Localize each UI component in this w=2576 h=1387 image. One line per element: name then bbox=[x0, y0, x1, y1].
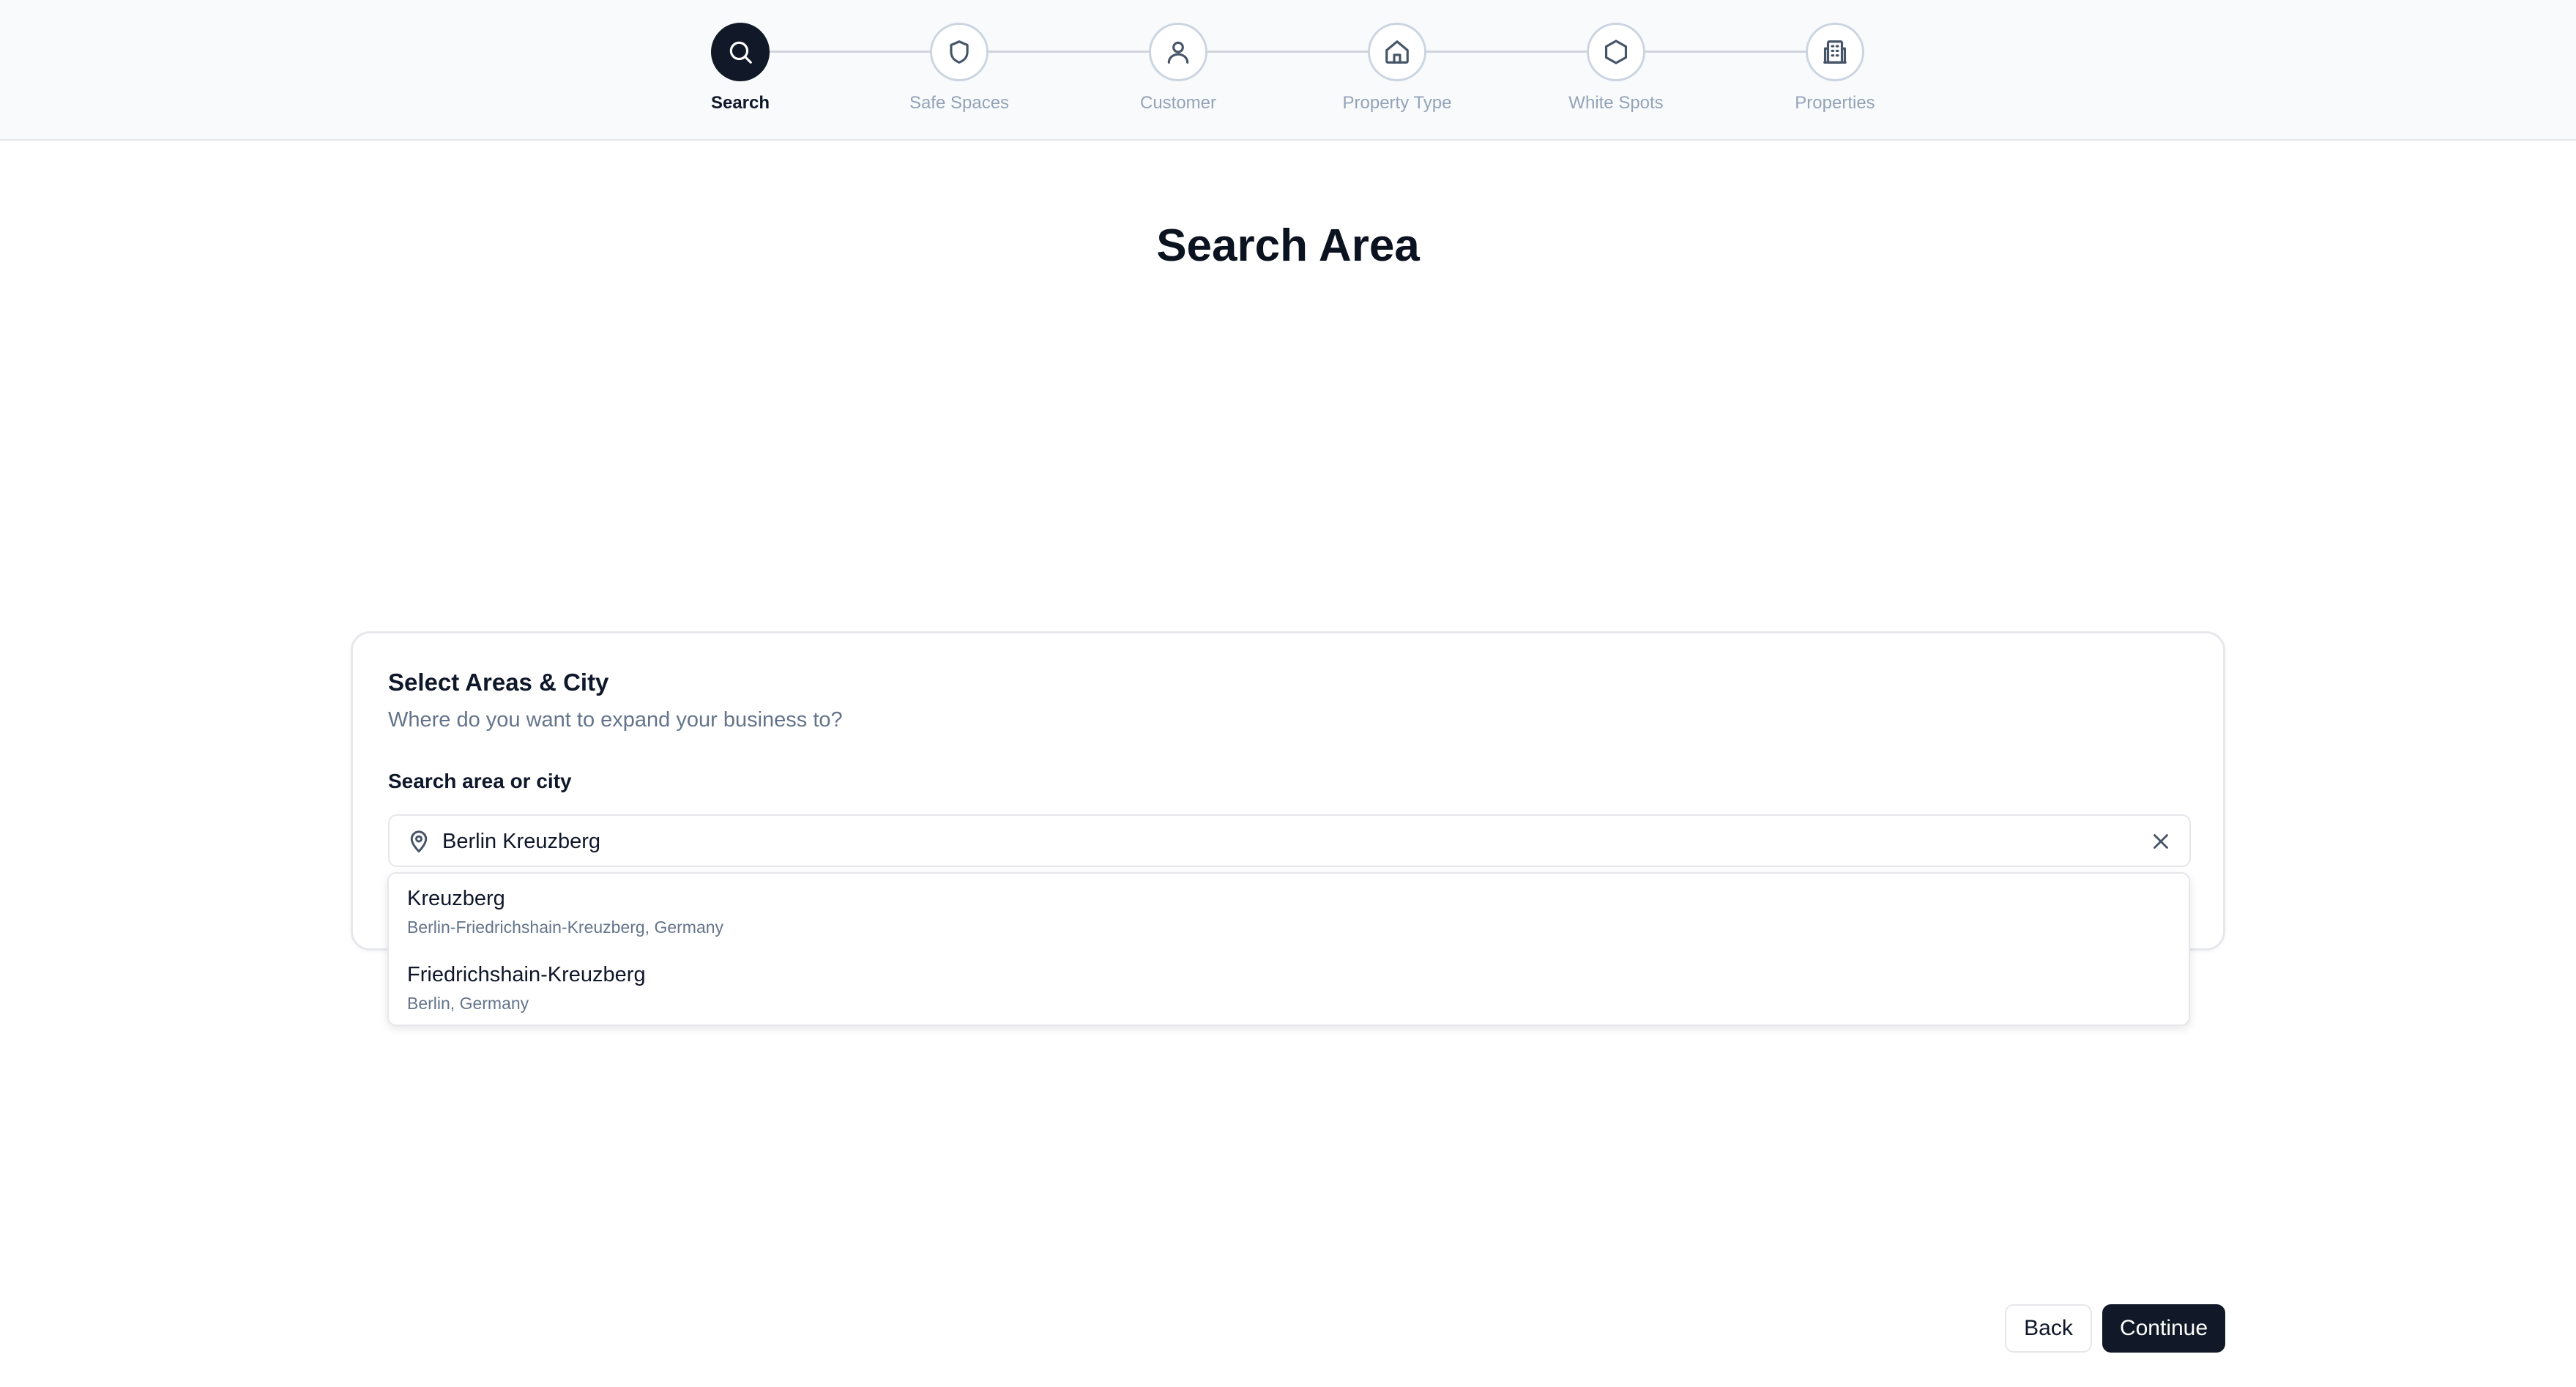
card-title: Select Areas & City bbox=[388, 669, 609, 696]
step-label: White Spots bbox=[1568, 93, 1664, 113]
step-property-type[interactable]: Property Type bbox=[1302, 23, 1492, 114]
step-label: Properties bbox=[1795, 93, 1875, 113]
suggestion-title: Kreuzberg bbox=[407, 887, 505, 910]
suggestion-item[interactable]: Kreuzberg Berlin-Friedrichshain-Kreuzber… bbox=[389, 874, 2189, 947]
back-button[interactable]: Back bbox=[2005, 1304, 2092, 1353]
step-search[interactable]: Search bbox=[645, 23, 835, 114]
progress-stepper: Search Safe Spaces Customer Property Typ… bbox=[0, 0, 2576, 141]
step-label: Safe Spaces bbox=[909, 93, 1010, 113]
suggestion-item[interactable]: Friedrichshain-Kreuzberg Berlin, Germany bbox=[389, 950, 2189, 1023]
suggestion-title: Friedrichshain-Kreuzberg bbox=[407, 963, 646, 986]
hexagon-icon bbox=[1587, 23, 1645, 81]
building-icon bbox=[1806, 23, 1864, 81]
step-label: Property Type bbox=[1342, 93, 1452, 113]
step-label: Customer bbox=[1139, 93, 1217, 113]
search-field-label: Search area or city bbox=[388, 770, 572, 792]
card-subtitle: Where do you want to expand your busines… bbox=[388, 708, 843, 732]
search-area-field[interactable] bbox=[388, 814, 2191, 867]
step-properties[interactable]: Properties bbox=[1740, 23, 1930, 114]
house-icon bbox=[1368, 23, 1426, 81]
step-customer[interactable]: Customer bbox=[1083, 23, 1273, 114]
suggestion-subtitle: Berlin-Friedrichshain-Kreuzberg, Germany bbox=[407, 918, 724, 937]
step-safe-spaces[interactable]: Safe Spaces bbox=[864, 23, 1054, 114]
shield-icon bbox=[930, 23, 989, 81]
user-icon bbox=[1149, 23, 1207, 81]
step-white-spots[interactable]: White Spots bbox=[1521, 23, 1711, 114]
search-input[interactable] bbox=[442, 823, 2126, 860]
suggestions-dropdown: Kreuzberg Berlin-Friedrichshain-Kreuzber… bbox=[387, 872, 2190, 1026]
suggestion-subtitle: Berlin, Germany bbox=[407, 994, 529, 1013]
map-pin-icon bbox=[410, 830, 428, 852]
step-label: Search bbox=[710, 93, 770, 113]
search-icon bbox=[711, 23, 770, 81]
clear-icon[interactable] bbox=[2148, 829, 2173, 854]
page-title: Search Area bbox=[1156, 220, 1420, 271]
continue-button[interactable]: Continue bbox=[2102, 1304, 2225, 1353]
